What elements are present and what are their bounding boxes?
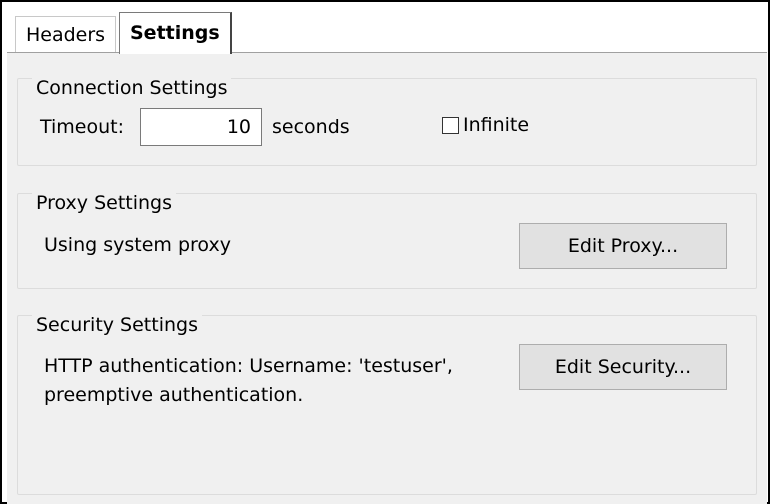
connection-settings-group: Connection Settings (17, 77, 757, 166)
proxy-settings-title: Proxy Settings (32, 192, 177, 214)
edit-proxy-button[interactable]: Edit Proxy... (519, 223, 727, 269)
security-settings-title: Security Settings (32, 314, 202, 336)
tab-headers-label: Headers (26, 24, 106, 46)
security-status-line1: HTTP authentication: Username: 'testuser… (44, 355, 453, 377)
proxy-status-text: Using system proxy (44, 234, 231, 256)
settings-window: Headers Settings Connection Settings Pro… (0, 0, 770, 504)
infinite-checkbox[interactable] (442, 117, 459, 134)
tab-headers[interactable]: Headers (15, 16, 117, 52)
infinite-label[interactable]: Infinite (463, 112, 529, 138)
connection-settings-title: Connection Settings (32, 77, 232, 99)
timeout-input[interactable]: 10 (140, 108, 262, 146)
tab-settings[interactable]: Settings (119, 12, 232, 54)
timeout-label: Timeout: (40, 116, 125, 138)
edit-security-button[interactable]: Edit Security... (519, 344, 727, 390)
tab-settings-label: Settings (130, 22, 220, 44)
timeout-unit-label: seconds (272, 116, 350, 138)
security-status-line2: preemptive authentication. (44, 384, 304, 406)
